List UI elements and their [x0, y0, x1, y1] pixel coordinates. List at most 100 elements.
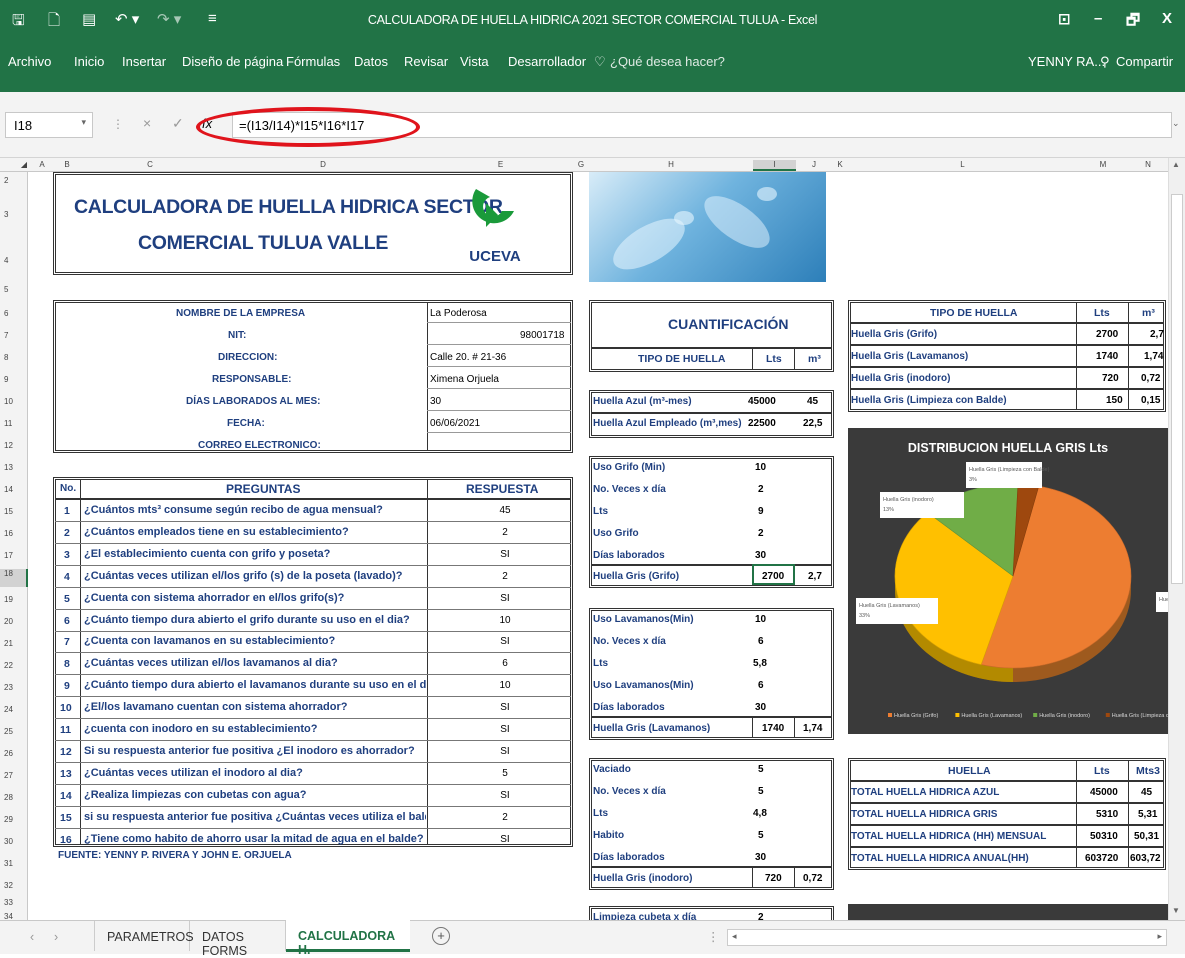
sheet-tab-datos-forms[interactable]: DATOS FORMS	[190, 921, 286, 958]
col-header-i[interactable]: I	[753, 160, 796, 171]
pie-chart[interactable]: DISTRIBUCION HUELLA GRIS Lts Hue Huella G…	[848, 428, 1185, 734]
col-header-j[interactable]: J	[796, 160, 832, 169]
next-sheet-icon[interactable]: ›	[54, 930, 58, 944]
question-answer[interactable]: SI	[498, 636, 512, 647]
ribbon-display-icon[interactable]: ⊡	[1058, 10, 1071, 28]
question-answer[interactable]: 10	[498, 680, 512, 691]
col-header-e[interactable]: E	[428, 160, 573, 169]
prev-sheet-icon[interactable]: ‹	[30, 930, 34, 944]
row-header[interactable]: 10	[0, 397, 28, 406]
col-header-k[interactable]: K	[832, 160, 848, 169]
tell-me-search[interactable]: ¿Qué desea hacer?	[610, 54, 725, 69]
second-chart-partial[interactable]	[848, 904, 1168, 920]
tab-inicio[interactable]: Inicio	[74, 54, 104, 69]
scroll-down-icon[interactable]: ▼	[1172, 906, 1180, 915]
row-header[interactable]: 8	[0, 353, 28, 362]
tab-datos[interactable]: Datos	[354, 54, 388, 69]
row-header[interactable]: 22	[0, 661, 28, 670]
question-answer[interactable]: SI	[498, 790, 512, 801]
close-button[interactable]: X	[1162, 10, 1172, 27]
row-header[interactable]: 9	[0, 375, 28, 384]
chevron-down-icon[interactable]: ▾	[81, 117, 86, 128]
scroll-up-icon[interactable]: ▲	[1172, 160, 1180, 169]
vertical-scrollbar[interactable]: ▲ ▼	[1168, 158, 1185, 920]
row-header[interactable]: 6	[0, 309, 28, 318]
tab-formulas[interactable]: Fórmulas	[286, 54, 340, 69]
minimize-button[interactable]: –	[1094, 10, 1102, 27]
row-header[interactable]: 23	[0, 683, 28, 692]
question-answer[interactable]: SI	[498, 593, 512, 604]
col-header-g[interactable]: G	[573, 160, 589, 169]
row-header[interactable]: 20	[0, 617, 28, 626]
row-header[interactable]: 32	[0, 881, 28, 890]
user-name[interactable]: YENNY RA...	[1028, 54, 1105, 69]
tab-desarrollador[interactable]: Desarrollador	[508, 54, 586, 69]
restore-button[interactable]: 🗗	[1126, 10, 1140, 35]
question-answer[interactable]: SI	[498, 702, 512, 713]
question-answer[interactable]: SI	[498, 834, 512, 845]
row-header[interactable]: 30	[0, 837, 28, 846]
col-header-d[interactable]: D	[218, 160, 428, 169]
row-header-selected[interactable]: 18	[0, 569, 28, 587]
col-header-a[interactable]: A	[32, 160, 52, 169]
value-direccion[interactable]: Calle 20. # 21-36	[430, 352, 506, 363]
row-header[interactable]: 11	[0, 419, 28, 428]
name-box[interactable]: I18 ▾	[5, 112, 93, 138]
select-all-icon[interactable]: ◢	[18, 160, 30, 169]
row-header[interactable]: 5	[0, 285, 28, 294]
enter-icon[interactable]: ✓	[172, 115, 184, 132]
expand-formula-icon[interactable]: ⌄	[1172, 118, 1180, 129]
row-header[interactable]: 12	[0, 441, 28, 450]
horizontal-scrollbar[interactable]: ◂ ▸	[727, 929, 1167, 946]
question-answer[interactable]: 45	[498, 505, 512, 516]
row-header[interactable]: 16	[0, 529, 28, 538]
row-header[interactable]: 26	[0, 749, 28, 758]
worksheet-grid[interactable]: CALCULADORA DE HUELLA HIDRICA SECTOR COM…	[28, 172, 1185, 926]
value-fecha[interactable]: 06/06/2021	[430, 418, 480, 429]
row-header[interactable]: 25	[0, 727, 28, 736]
tab-archivo[interactable]: Archivo	[8, 54, 51, 69]
tab-diseno-pagina[interactable]: Diseño de página	[182, 54, 283, 69]
row-header[interactable]: 28	[0, 793, 28, 802]
scroll-right-icon[interactable]: ▸	[1157, 931, 1162, 942]
scroll-thumb[interactable]	[1171, 194, 1183, 584]
cancel-icon[interactable]: ×	[143, 115, 151, 131]
tab-insertar[interactable]: Insertar	[122, 54, 166, 69]
sheet-tab-calculadora[interactable]: CALCULADORA H.	[286, 920, 410, 957]
col-header-b[interactable]: B	[52, 160, 82, 169]
row-header[interactable]: 27	[0, 771, 28, 780]
row-header[interactable]: 19	[0, 595, 28, 604]
scroll-left-icon[interactable]: ◂	[732, 931, 737, 942]
tab-vista[interactable]: Vista	[460, 54, 489, 69]
question-answer[interactable]: 2	[498, 527, 512, 538]
row-header[interactable]: 4	[0, 256, 28, 265]
question-answer[interactable]: 2	[498, 812, 512, 823]
question-answer[interactable]: 10	[498, 615, 512, 626]
question-answer[interactable]: SI	[498, 746, 512, 757]
col-header-c[interactable]: C	[82, 160, 218, 169]
value-dias[interactable]: 30	[430, 396, 441, 407]
sheet-tab-parametros[interactable]: PARAMETROS	[94, 921, 194, 951]
share-button[interactable]: Compartir	[1116, 54, 1173, 69]
row-header[interactable]: 31	[0, 859, 28, 868]
share-icon[interactable]: ⚲	[1100, 54, 1110, 70]
row-header[interactable]: 24	[0, 705, 28, 714]
tab-splitter-icon[interactable]: ⋮	[707, 929, 720, 944]
row-header[interactable]: 14	[0, 485, 28, 494]
row-header[interactable]: 17	[0, 551, 28, 560]
question-answer[interactable]: 2	[498, 571, 512, 582]
row-header[interactable]: 3	[0, 210, 28, 219]
row-header[interactable]: 13	[0, 463, 28, 472]
col-header-m[interactable]: M	[1077, 160, 1129, 169]
question-answer[interactable]: 6	[498, 658, 512, 669]
question-answer[interactable]: SI	[498, 549, 512, 560]
tell-me-icon[interactable]: ♡	[594, 54, 606, 70]
add-sheet-icon[interactable]: +	[432, 927, 450, 945]
row-header[interactable]: 33	[0, 898, 28, 907]
value-nit[interactable]: 98001718	[520, 330, 565, 341]
value-responsable[interactable]: Ximena Orjuela	[430, 374, 499, 385]
value-empresa[interactable]: La Poderosa	[430, 308, 487, 319]
tab-revisar[interactable]: Revisar	[404, 54, 448, 69]
col-header-n[interactable]: N	[1129, 160, 1167, 169]
row-header[interactable]: 2	[0, 176, 28, 185]
